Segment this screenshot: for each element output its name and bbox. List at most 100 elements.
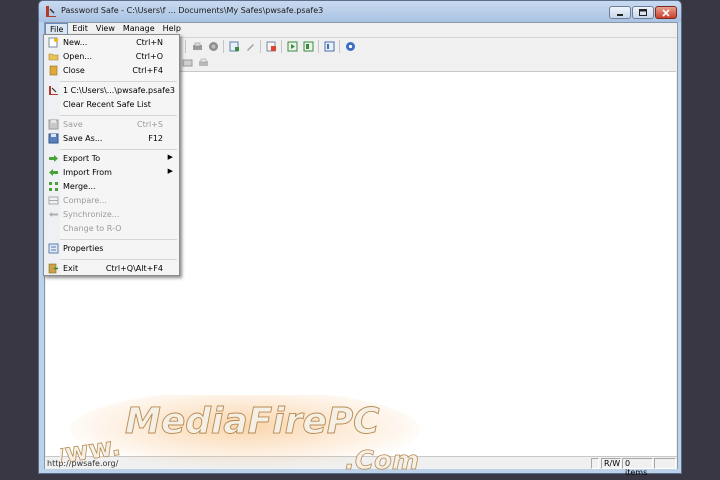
menu-item-change-ro[interactable]: Change to R-O <box>46 222 177 235</box>
print-button[interactable] <box>191 40 204 53</box>
menu-separator <box>60 149 177 150</box>
status-extra-cell <box>654 458 676 469</box>
password-safe-logo-icon <box>46 6 56 17</box>
menu-item-new-shortcut: Ctrl+N <box>136 38 163 47</box>
menu-item-save-label: Save <box>63 120 83 129</box>
toolbar-separator <box>339 40 340 53</box>
menu-item-merge-label: Merge... <box>63 182 96 191</box>
menu-item-exit[interactable]: Exit Ctrl+Q\Alt+F4 <box>46 262 177 275</box>
maximize-button[interactable] <box>632 6 654 19</box>
open-folder-icon <box>48 53 59 61</box>
status-bar: http://pwsafe.org/ R/W 0 items <box>45 456 677 477</box>
paste-button[interactable] <box>197 56 210 69</box>
menu-item-save-shortcut: Ctrl+S <box>136 120 163 129</box>
toolbar-separator <box>281 40 282 53</box>
status-mode: R/W <box>601 458 621 469</box>
import-arrow-icon <box>49 169 58 176</box>
status-url: http://pwsafe.org/ <box>47 459 119 468</box>
compare-icon <box>48 196 59 205</box>
menu-item-close-shortcut: Ctrl+F4 <box>132 66 163 75</box>
menu-item-save-as-shortcut: F12 <box>148 134 163 143</box>
delete-entry-icon <box>266 41 276 52</box>
edit-entry-button[interactable] <box>244 40 257 53</box>
menu-item-compare[interactable]: Compare... <box>46 194 177 207</box>
menu-item-export-to[interactable]: Export To ▶ <box>46 152 177 165</box>
menu-item-compare-label: Compare... <box>63 196 107 205</box>
toolbar-separator <box>185 40 186 53</box>
properties-icon <box>48 243 59 254</box>
menu-item-clear-recent-label: Clear Recent Safe List <box>63 100 151 109</box>
menu-item-export-to-label: Export To <box>63 154 101 163</box>
merge-icon <box>49 182 58 191</box>
globe-icon <box>209 42 218 51</box>
add-entry-button[interactable] <box>228 40 241 53</box>
new-file-icon <box>48 37 58 48</box>
synchronize-icon <box>49 212 58 217</box>
expand-all-button[interactable] <box>286 40 299 53</box>
password-safe-file-icon <box>49 86 58 95</box>
menu-item-import-from[interactable]: Import From ▶ <box>46 166 177 179</box>
exit-door-icon <box>48 263 58 274</box>
menu-item-recent-1-label: 1 C:\Users\...\pwsafe.psafe3 <box>63 86 175 95</box>
help-icon <box>346 42 355 51</box>
menu-separator <box>60 259 177 260</box>
menu-item-clear-recent[interactable]: Clear Recent Safe List <box>46 98 177 111</box>
pencil-icon <box>247 44 254 51</box>
sync-button[interactable] <box>207 40 220 53</box>
copy-button[interactable] <box>181 56 194 69</box>
menu-item-save[interactable]: Save Ctrl+S <box>46 118 177 131</box>
menu-item-merge[interactable]: Merge... <box>46 180 177 193</box>
close-safe-icon <box>49 65 58 76</box>
add-entry-icon <box>229 41 239 52</box>
menu-separator <box>60 81 177 82</box>
options-button[interactable] <box>323 40 336 53</box>
minimize-icon <box>617 13 623 16</box>
menu-item-exit-shortcut: Ctrl+Q\Alt+F4 <box>105 264 163 273</box>
menu-item-synchronize[interactable]: Synchronize... <box>46 208 177 221</box>
menu-item-save-as[interactable]: Save As... F12 <box>46 132 177 145</box>
toolbar-separator <box>223 40 224 53</box>
help-button[interactable] <box>344 40 357 53</box>
toolbar-separator <box>260 40 261 53</box>
menu-item-open-label: Open... <box>63 52 92 61</box>
menu-item-new-label: New... <box>63 38 88 47</box>
menu-separator <box>60 239 177 240</box>
menu-item-recent-1[interactable]: 1 C:\Users\...\pwsafe.psafe3 <box>46 84 177 97</box>
close-icon <box>662 8 670 17</box>
options-icon <box>324 41 335 52</box>
delete-entry-button[interactable] <box>265 40 278 53</box>
menu-item-save-as-label: Save As... <box>63 134 103 143</box>
menu-item-new[interactable]: New... Ctrl+N <box>46 36 177 49</box>
collapse-all-button[interactable] <box>302 40 315 53</box>
save-disk-icon <box>48 119 59 130</box>
menu-separator <box>60 115 177 116</box>
print-preview-icon <box>199 58 208 66</box>
minimize-button[interactable] <box>609 6 631 19</box>
window-title: Password Safe - C:\Users\f ... Documents… <box>61 6 324 15</box>
collapse-icon <box>303 41 314 52</box>
status-item-count: 0 items <box>622 458 653 477</box>
menu-item-change-ro-label: Change to R-O <box>63 224 122 233</box>
menu-item-open[interactable]: Open... Ctrl+O <box>46 50 177 63</box>
menu-item-exit-label: Exit <box>63 264 79 273</box>
menu-item-properties[interactable]: Properties <box>46 242 177 255</box>
copy-icon <box>182 59 193 66</box>
file-menu-dropdown: New... Ctrl+N Open... Ctrl+O Close Ctrl+… <box>43 34 180 276</box>
menu-item-close-label: Close <box>63 66 85 75</box>
menu-item-close[interactable]: Close Ctrl+F4 <box>46 64 177 77</box>
menu-item-synchronize-label: Synchronize... <box>63 210 120 219</box>
print-icon <box>193 42 202 50</box>
close-window-button[interactable] <box>655 6 677 19</box>
maximize-icon <box>639 9 647 16</box>
menu-item-open-shortcut: Ctrl+O <box>135 52 163 61</box>
expand-icon <box>287 41 298 52</box>
title-bar[interactable]: Password Safe - C:\Users\f ... Documents… <box>39 1 681 22</box>
menu-item-import-from-label: Import From <box>63 168 112 177</box>
submenu-arrow-icon: ▶ <box>167 153 173 161</box>
status-blank-cell <box>591 458 599 469</box>
toolbar-separator <box>318 40 319 53</box>
export-arrow-icon <box>49 155 58 162</box>
submenu-arrow-icon: ▶ <box>167 167 173 175</box>
menu-item-properties-label: Properties <box>63 244 104 253</box>
save-as-icon <box>48 133 59 144</box>
